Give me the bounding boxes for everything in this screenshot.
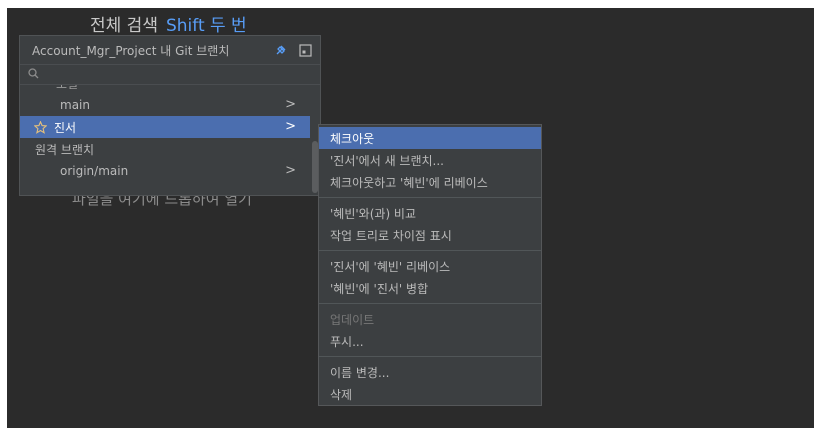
menu-item-push[interactable]: 푸시... (319, 330, 541, 352)
header-icons (274, 43, 312, 57)
branch-item-jinseo[interactable]: 진서 > (20, 116, 310, 138)
menu-separator (319, 250, 541, 251)
branch-item-origin-main[interactable]: origin/main > (20, 160, 310, 182)
menu-separator (319, 356, 541, 357)
branch-list: 로컬 main > 진서 > 원격 브랜치 origin/main > (20, 85, 320, 195)
menu-item-checkout-and-rebase[interactable]: 체크아웃하고 '혜빈'에 리베이스 (319, 171, 541, 193)
branch-item-main[interactable]: main > (20, 94, 310, 116)
menu-item-show-diff[interactable]: 작업 트리로 차이점 표시 (319, 224, 541, 246)
chevron-right-icon: > (285, 119, 296, 134)
menu-item-new-branch-from[interactable]: '진서'에서 새 브랜치... (319, 149, 541, 171)
menu-separator (319, 197, 541, 198)
chevron-right-icon: > (285, 163, 296, 178)
branch-search-field[interactable] (20, 65, 320, 85)
menu-item-checkout[interactable]: 체크아웃 (319, 127, 541, 149)
branch-context-menu: 체크아웃 '진서'에서 새 브랜치... 체크아웃하고 '혜빈'에 리베이스 '… (318, 124, 542, 406)
branch-label: 진서 (54, 120, 77, 135)
popup-title: Account_Mgr_Project 내 Git 브랜치 (32, 43, 230, 58)
git-branches-popup: Account_Mgr_Project 내 Git 브랜치 로컬 main > … (19, 35, 321, 196)
group-label: 원격 브랜치 (35, 142, 95, 157)
hint-shortcut: Shift 두 번 (165, 16, 247, 36)
local-branches-header: 로컬 (56, 85, 78, 92)
branch-label: main (60, 98, 90, 112)
menu-separator (319, 303, 541, 304)
settings-icon[interactable] (298, 43, 312, 57)
menu-item-delete[interactable]: 삭제 (319, 383, 541, 405)
menu-item-merge[interactable]: '혜빈'에 '진서' 병합 (319, 277, 541, 299)
chevron-right-icon: > (285, 97, 296, 112)
search-icon (28, 67, 39, 82)
menu-item-update: 업데이트 (330, 312, 375, 327)
popup-header: Account_Mgr_Project 내 Git 브랜치 (20, 36, 320, 65)
star-icon (34, 120, 47, 134)
branch-label: origin/main (60, 164, 129, 178)
remote-branches-header: 원격 브랜치 (20, 138, 310, 160)
menu-item-compare[interactable]: '혜빈'와(과) 비교 (319, 202, 541, 224)
hint-label: 전체 검색 (90, 16, 158, 36)
pin-icon[interactable] (274, 43, 288, 57)
menu-item-rebase[interactable]: '진서'에 '혜빈' 리베이스 (319, 255, 541, 277)
branch-search-input[interactable] (43, 67, 303, 82)
menu-item-rename[interactable]: 이름 변경... (319, 361, 541, 383)
search-everywhere-hint: 전체 검색 Shift 두 번 (90, 11, 247, 36)
